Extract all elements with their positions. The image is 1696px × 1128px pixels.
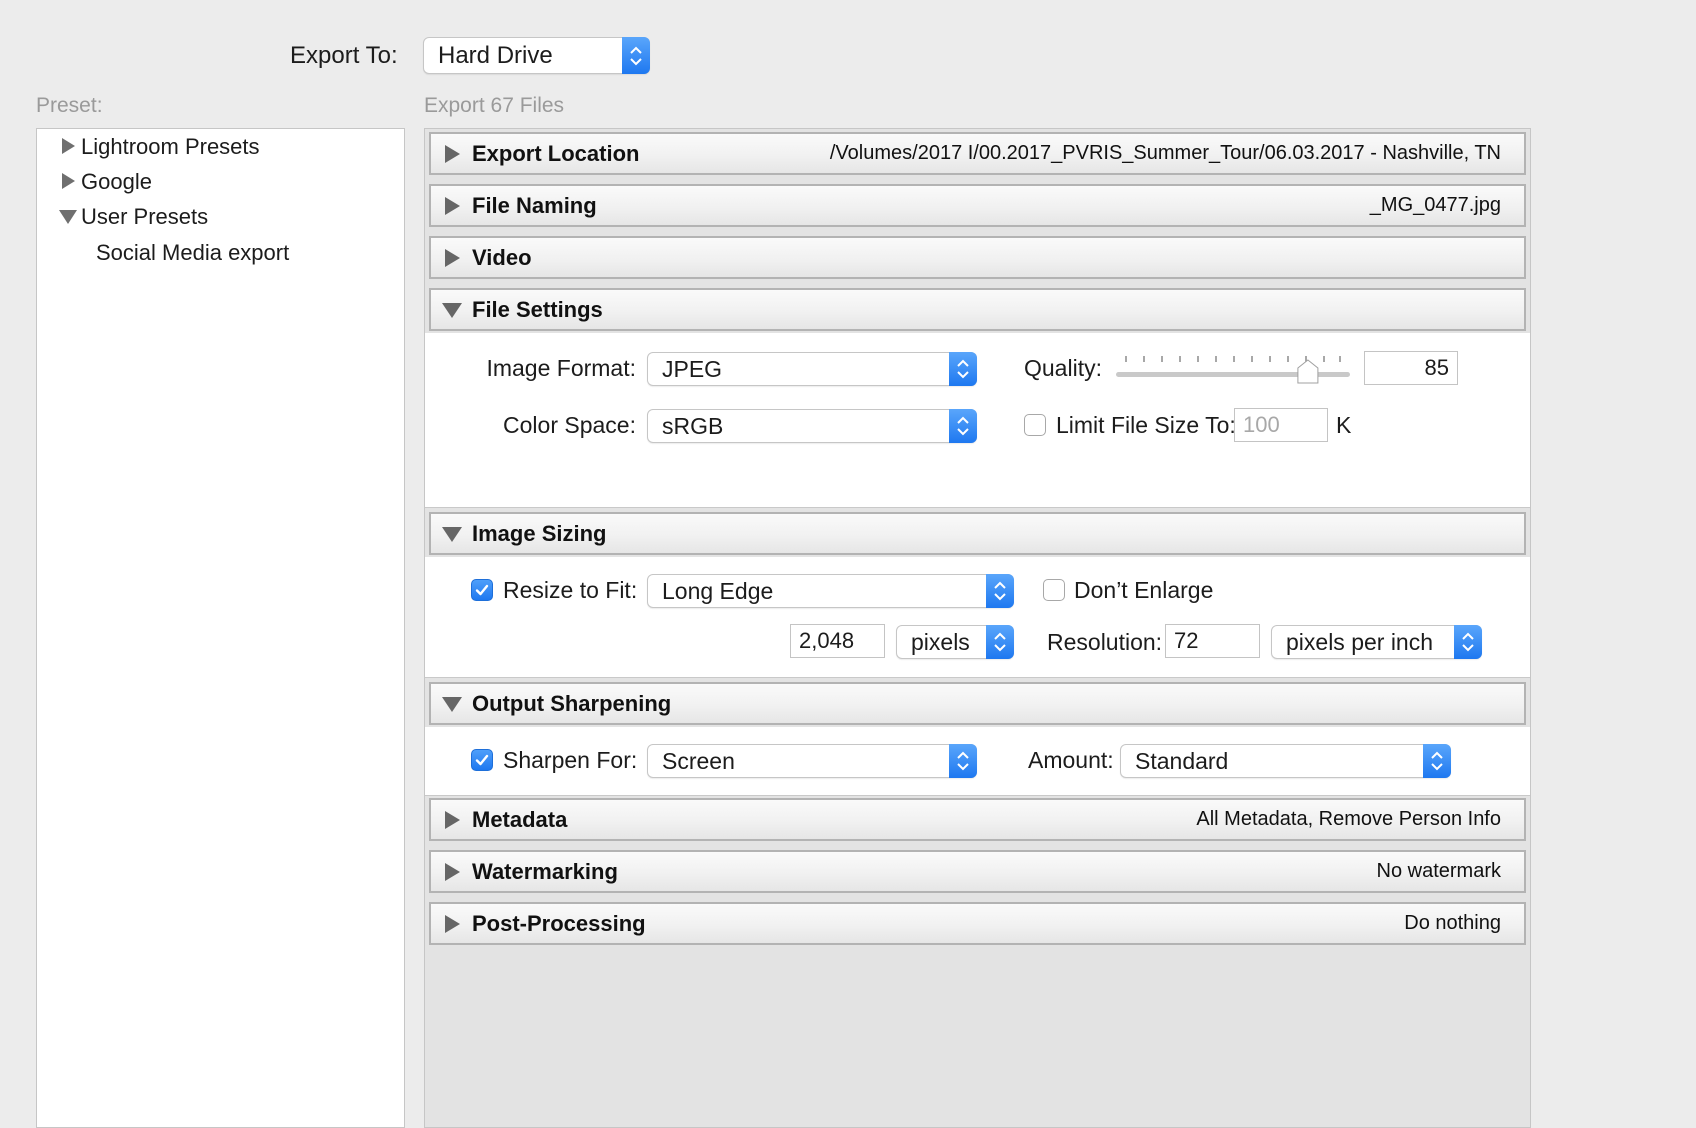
quality-label: Quality:: [1024, 355, 1102, 381]
section-video[interactable]: Video: [429, 236, 1526, 279]
color-space-label: Color Space:: [503, 412, 636, 438]
limit-file-size-label: Limit File Size To:: [1056, 412, 1236, 438]
sharpen-for-value: Screen: [662, 748, 735, 774]
disclosure-right-icon: [445, 249, 460, 267]
limit-file-size-checkbox[interactable]: [1024, 414, 1046, 436]
popup-stepper-icon: [1454, 625, 1482, 659]
preset-tree[interactable]: [36, 128, 405, 1128]
popup-stepper-icon: [1423, 744, 1451, 778]
section-metadata[interactable]: Metadata All Metadata, Remove Person Inf…: [429, 798, 1526, 841]
export-to-value: Hard Drive: [438, 42, 553, 69]
section-title: Metadata: [472, 807, 568, 832]
disclosure-right-icon: [445, 145, 460, 163]
preset-label: Preset:: [36, 94, 103, 117]
checkmark-icon: [475, 584, 489, 596]
disclosure-right-icon: [445, 915, 460, 933]
dont-enlarge-label: Don’t Enlarge: [1074, 577, 1214, 603]
resize-to-fit-label: Resize to Fit:: [503, 577, 638, 603]
disclosure-down-icon: [442, 697, 462, 712]
image-format-label: Image Format:: [486, 355, 636, 381]
amount-popup[interactable]: Standard: [1120, 744, 1451, 778]
popup-stepper-icon: [949, 409, 977, 443]
preset-item-user-presets[interactable]: User Presets: [81, 204, 208, 230]
popup-stepper-icon: [986, 574, 1014, 608]
resize-mode-value: Long Edge: [662, 578, 774, 604]
preset-item-social-media-export[interactable]: Social Media export: [96, 240, 289, 266]
disclosure-down-icon: [442, 303, 462, 318]
quality-slider-ticks: [1116, 356, 1350, 384]
section-title: Post-Processing: [472, 911, 646, 936]
section-title: Export Location: [472, 141, 640, 166]
section-summary: All Metadata, Remove Person Info: [1196, 808, 1501, 830]
sharpen-for-label: Sharpen For:: [503, 747, 638, 773]
disclosure-down-icon: [442, 527, 462, 542]
section-title: File Settings: [472, 297, 603, 322]
section-export-location[interactable]: Export Location /Volumes/2017 I/00.2017_…: [429, 132, 1526, 175]
disclosure-right-icon: [445, 811, 460, 829]
color-space-value: sRGB: [662, 413, 724, 439]
resolution-label: Resolution:: [1047, 629, 1163, 655]
quality-slider-thumb[interactable]: [1297, 359, 1319, 384]
section-image-sizing[interactable]: Image Sizing: [429, 512, 1526, 555]
popup-stepper-icon: [622, 37, 650, 74]
resolution-unit-popup[interactable]: pixels per inch: [1271, 625, 1482, 659]
disclosure-down-icon[interactable]: [59, 210, 77, 224]
size-unit-value: pixels: [911, 629, 970, 655]
export-to-popup[interactable]: Hard Drive: [423, 37, 650, 74]
checkmark-icon: [475, 754, 489, 766]
limit-file-size-unit: K: [1336, 412, 1352, 438]
section-summary: No watermark: [1376, 860, 1501, 882]
preset-item-lightroom-presets[interactable]: Lightroom Presets: [81, 134, 260, 160]
section-watermarking[interactable]: Watermarking No watermark: [429, 850, 1526, 893]
size-unit-popup[interactable]: pixels: [896, 625, 1014, 659]
disclosure-right-icon: [445, 863, 460, 881]
disclosure-right-icon[interactable]: [62, 173, 75, 189]
amount-label: Amount:: [1028, 747, 1114, 773]
image-format-popup[interactable]: JPEG: [647, 352, 977, 386]
amount-value: Standard: [1135, 748, 1229, 774]
preset-item-google[interactable]: Google: [81, 169, 152, 195]
dont-enlarge-checkbox[interactable]: [1043, 579, 1065, 601]
section-summary: _MG_0477.jpg: [1369, 194, 1501, 216]
sharpen-for-popup[interactable]: Screen: [647, 744, 977, 778]
section-title: Output Sharpening: [472, 691, 672, 716]
resize-to-fit-checkbox[interactable]: [471, 579, 493, 601]
section-file-naming[interactable]: File Naming _MG_0477.jpg: [429, 184, 1526, 227]
section-summary: Do nothing: [1404, 912, 1501, 934]
size-value-field[interactable]: 2,048: [790, 624, 885, 658]
section-title: Image Sizing: [472, 521, 607, 546]
popup-stepper-icon: [949, 352, 977, 386]
disclosure-right-icon: [445, 197, 460, 215]
limit-file-size-field[interactable]: 100: [1234, 408, 1328, 442]
quality-field[interactable]: 85: [1364, 351, 1458, 385]
image-format-value: JPEG: [662, 356, 723, 382]
resolution-unit-value: pixels per inch: [1286, 629, 1434, 655]
section-title: Video: [472, 245, 532, 270]
popup-stepper-icon: [949, 744, 977, 778]
section-post-processing[interactable]: Post-Processing Do nothing: [429, 902, 1526, 945]
quality-slider[interactable]: [1114, 352, 1352, 386]
section-output-sharpening[interactable]: Output Sharpening: [429, 682, 1526, 725]
popup-stepper-icon: [986, 625, 1014, 659]
color-space-popup[interactable]: sRGB: [647, 409, 977, 443]
sharpen-for-checkbox[interactable]: [471, 749, 493, 771]
section-title: File Naming: [472, 193, 597, 218]
section-summary: /Volumes/2017 I/00.2017_PVRIS_Summer_Tou…: [829, 142, 1501, 164]
export-count-label: Export 67 Files: [424, 94, 565, 117]
section-file-settings[interactable]: File Settings: [429, 288, 1526, 331]
export-to-label: Export To:: [290, 42, 398, 69]
section-title: Watermarking: [472, 859, 618, 884]
resize-mode-popup[interactable]: Long Edge: [647, 574, 1014, 608]
disclosure-right-icon[interactable]: [62, 138, 75, 154]
resolution-field[interactable]: 72: [1165, 624, 1260, 658]
